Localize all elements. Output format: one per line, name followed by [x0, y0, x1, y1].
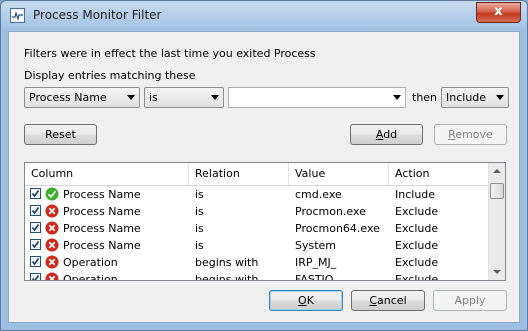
cell-relation: is [195, 222, 204, 235]
cancel-label-rest: ancel [377, 294, 407, 307]
reset-button[interactable]: Reset [24, 124, 97, 145]
cell-column: Operation [63, 256, 118, 269]
value-combo[interactable] [228, 87, 406, 108]
column-header-action[interactable]: Action [389, 163, 490, 185]
display-label: Display entries matching these [24, 69, 196, 82]
exclude-x-icon [45, 255, 59, 269]
include-check-icon [45, 187, 59, 201]
table-row[interactable]: Operation begins with IRP_MJ_ Exclude [25, 254, 490, 271]
cell-column: Process Name [63, 222, 141, 235]
ok-accesskey: O [298, 294, 307, 307]
exclude-x-icon [45, 238, 59, 252]
process-monitor-icon [10, 8, 25, 23]
then-label: then [412, 91, 438, 104]
action-select-value: Include [446, 91, 487, 104]
cell-column: Process Name [63, 205, 141, 218]
chevron-down-icon [211, 95, 219, 100]
cell-action: Exclude [395, 239, 439, 252]
vertical-scrollbar[interactable] [488, 163, 505, 280]
close-button[interactable]: x [476, 2, 521, 23]
cell-relation: is [195, 239, 204, 252]
cancel-button[interactable]: Cancel [351, 290, 425, 311]
relation-select-value: is [149, 91, 158, 104]
row-checkbox[interactable] [30, 205, 41, 216]
row-checkbox[interactable] [30, 188, 41, 199]
chevron-down-icon [127, 95, 135, 100]
cell-column: Process Name [63, 188, 141, 201]
row-checkbox[interactable] [30, 256, 41, 267]
cell-value: Procmon64.exe [295, 222, 380, 235]
cell-action: Exclude [395, 273, 439, 281]
action-select[interactable]: Include [441, 87, 509, 108]
table-row[interactable]: Process Name is cmd.exe Include [25, 186, 490, 203]
cell-value: Procmon.exe [295, 205, 366, 218]
cancel-accesskey: C [369, 294, 378, 307]
column-header-relation[interactable]: Relation [189, 163, 289, 185]
close-icon: x [494, 4, 503, 19]
cell-column: Operation [63, 273, 118, 281]
cell-action: Exclude [395, 256, 439, 269]
list-header: Column Relation Value Action [25, 163, 490, 186]
ok-button[interactable]: OK [269, 290, 343, 311]
row-checkbox[interactable] [30, 239, 41, 250]
window-title: Process Monitor Filter [33, 8, 162, 22]
cell-relation: is [195, 205, 204, 218]
exclude-x-icon [45, 204, 59, 218]
add-label-rest: dd [383, 128, 398, 141]
apply-button[interactable]: Apply [433, 290, 507, 311]
scroll-down-icon[interactable] [493, 270, 501, 274]
cell-value: FASTIO_ [295, 273, 339, 281]
cell-relation: begins with [195, 256, 259, 269]
add-button[interactable]: Add [350, 124, 423, 145]
column-select-value: Process Name [29, 91, 107, 104]
scroll-thumb[interactable] [490, 183, 504, 199]
cell-action: Include [395, 188, 436, 201]
filter-list[interactable]: Column Relation Value Action Process Nam… [24, 162, 506, 281]
title-bar[interactable]: Process Monitor Filter x [1, 1, 527, 31]
column-header-column[interactable]: Column [25, 163, 189, 185]
cell-column: Process Name [63, 239, 141, 252]
cell-action: Exclude [395, 205, 439, 218]
table-row[interactable]: Operation begins with FASTIO_ Exclude [25, 271, 490, 281]
cell-value: IRP_MJ_ [295, 256, 337, 269]
row-checkbox[interactable] [30, 273, 41, 280]
intro-text: Filters were in effect the last time you… [24, 47, 316, 60]
cell-action: Exclude [395, 222, 439, 235]
table-row[interactable]: Process Name is Procmon64.exe Exclude [25, 220, 490, 237]
cell-value: cmd.exe [295, 188, 342, 201]
remove-label-rest: emove [455, 128, 493, 141]
filter-dialog: Process Monitor Filter x Filters were in… [0, 0, 528, 331]
relation-select[interactable]: is [144, 87, 224, 108]
column-header-value[interactable]: Value [289, 163, 389, 185]
cell-relation: is [195, 188, 204, 201]
exclude-x-icon [45, 272, 59, 280]
scroll-up-icon[interactable] [493, 169, 501, 173]
cell-relation: begins with [195, 273, 259, 281]
ok-label-rest: K [306, 294, 314, 307]
cell-value: System [295, 239, 337, 252]
table-row[interactable]: Process Name is Procmon.exe Exclude [25, 203, 490, 220]
chevron-down-icon [496, 95, 504, 100]
table-row[interactable]: Process Name is System Exclude [25, 237, 490, 254]
chevron-down-icon [393, 95, 401, 100]
exclude-x-icon [45, 221, 59, 235]
column-select[interactable]: Process Name [24, 87, 140, 108]
row-checkbox[interactable] [30, 222, 41, 233]
remove-button[interactable]: Remove [434, 124, 507, 145]
dialog-body: Filters were in effect the last time you… [8, 31, 520, 323]
